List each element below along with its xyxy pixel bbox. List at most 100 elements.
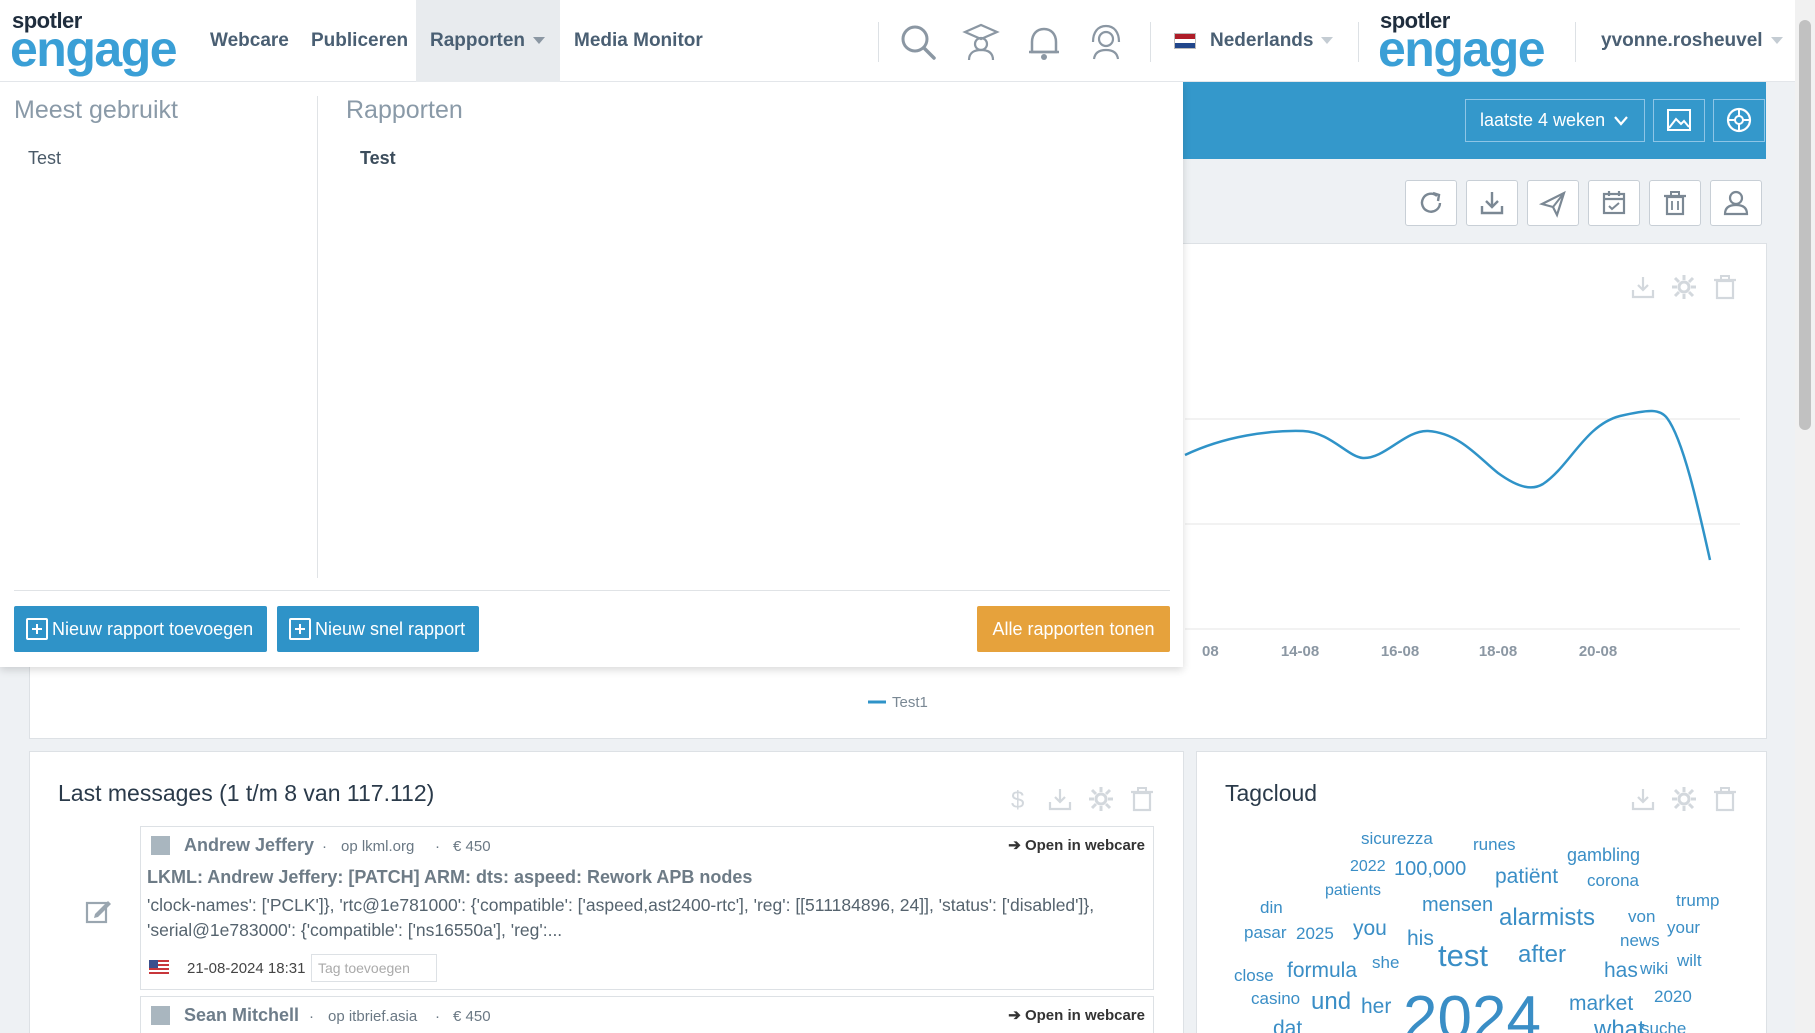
open-in-webcare-link[interactable]: ➔ Open in webcare [1008,836,1145,854]
tag-word[interactable]: wilt [1677,952,1702,969]
refresh-icon [1420,191,1442,213]
tag-word[interactable]: patients [1325,883,1381,899]
tag-word[interactable]: runes [1473,836,1516,853]
arrow-right-icon: ➔ [1008,1007,1025,1024]
settings-wheel-button[interactable] [1713,99,1765,142]
rapporten-dropdown: Meest gebruikt Test Rapporten Test Nieuw… [0,73,1183,667]
tag-word[interactable]: mensen [1422,895,1493,915]
spotler-engage-logo[interactable]: spotler engage [10,8,180,78]
tag-word[interactable]: 2022 [1350,859,1386,875]
series-line-test1 [1184,409,1712,561]
tag-word[interactable]: her [1361,996,1391,1017]
message-source[interactable]: op itbrief.asia [328,1008,417,1025]
open-in-webcare-link[interactable]: ➔ Open in webcare [1008,1006,1145,1024]
tag-word[interactable]: 2025 [1296,925,1334,942]
tag-word[interactable]: has [1604,960,1638,981]
last-messages-panel: Last messages (1 t/m 8 van 117.112) $ An… [29,751,1184,1033]
tag-word[interactable]: she [1372,954,1399,971]
tag-word[interactable]: 100,000 [1394,859,1466,879]
nav-webcare[interactable]: Webcare [210,0,289,82]
tag-word[interactable]: und [1311,990,1351,1014]
dropdown-footer-divider [14,590,1170,591]
tag-word[interactable]: your [1667,919,1700,936]
show-all-reports-button[interactable]: Alle rapporten tonen [977,606,1170,652]
tag-word[interactable]: din [1260,899,1283,916]
nav-publiceren[interactable]: Publiceren [311,0,408,82]
tag-word[interactable]: test [1438,940,1488,971]
tag-word[interactable]: alarmists [1499,906,1595,930]
chart-legend: Test1 [868,694,928,711]
spotler-engage-logo-account: spotler engage [1378,8,1548,78]
dollar-icon[interactable]: $ [1006,786,1032,812]
refresh-button[interactable] [1405,180,1457,226]
tag-word[interactable]: you [1353,918,1387,939]
page-scrollbar[interactable] [1795,0,1815,1033]
report-item-test[interactable]: Test [360,148,396,169]
tag-word[interactable]: close [1234,967,1274,984]
message-date: 21-08-2024 18:31 [187,960,306,977]
tag-word[interactable]: wiki [1640,960,1668,977]
divider [1150,22,1151,62]
nav-media-monitor[interactable]: Media Monitor [574,0,703,82]
support-headset-icon[interactable] [1086,22,1126,62]
tag-word[interactable]: after [1518,943,1566,967]
panel-settings-gear-icon[interactable] [1088,786,1114,812]
delete-button[interactable] [1649,180,1701,226]
tag-word[interactable]: sicurezza [1361,830,1433,847]
tag-word[interactable]: pasar [1244,924,1287,941]
panel-download-icon[interactable] [1047,786,1073,812]
tag-word[interactable]: dat [1273,1018,1302,1033]
period-selector[interactable]: laatste 4 weken [1465,99,1645,142]
bell-icon[interactable] [1024,22,1064,62]
chevron-down-icon [1321,37,1334,45]
netherlands-flag-icon [1174,33,1196,49]
arrow-right-icon: ➔ [1008,837,1025,854]
tag-word[interactable]: casino [1251,990,1300,1007]
user-menu[interactable]: yvonne.rosheuvel [1601,0,1783,82]
add-tag-input[interactable]: Tag toevoegen [311,954,437,982]
send-button[interactable] [1527,180,1579,226]
tag-word[interactable]: market [1569,993,1633,1014]
panel-trash-icon[interactable] [1129,786,1155,812]
message-card[interactable]: Andrew Jeffery · op lkml.org · € 450 ➔ O… [140,826,1154,990]
tag-word[interactable]: news [1620,932,1660,949]
tag-word[interactable]: patiënt [1495,866,1558,887]
chevron-down-icon [1614,116,1628,126]
nav-rapporten[interactable]: Rapporten [416,0,560,82]
message-title[interactable]: LKML: Andrew Jeffery: [PATCH] ARM: dts: … [147,867,752,888]
image-icon [1667,109,1691,131]
tag-word[interactable]: trump [1676,892,1719,909]
schedule-button[interactable] [1588,180,1640,226]
image-export-button[interactable] [1653,99,1705,142]
tag-word[interactable]: 2024 [1403,988,1541,1033]
tag-word[interactable]: von [1628,908,1655,925]
most-used-heading: Meest gebruikt [14,96,178,124]
most-used-item-test[interactable]: Test [28,148,61,169]
message-body: 'clock-names': ['PCLK']}, 'rtc@1e781000'… [147,895,1095,940]
tag-word[interactable]: formula [1287,960,1357,981]
message-card[interactable]: Sean Mitchell · op itbrief.asia · € 450 … [140,996,1154,1033]
scrollbar-thumb[interactable] [1799,20,1811,430]
tag-word[interactable]: gambling [1567,846,1640,864]
tag-word[interactable]: what [1594,1018,1645,1033]
user-share-button[interactable] [1710,180,1762,226]
message-author[interactable]: Andrew Jeffery [184,835,314,856]
trash-icon [1664,191,1686,216]
new-quick-report-button[interactable]: Nieuw snel rapport [277,606,480,652]
academy-graduation-cap-icon[interactable] [961,22,1001,62]
tag-word[interactable]: suche [1641,1020,1686,1033]
new-report-button[interactable]: Nieuw rapport toevoegen [14,606,268,652]
tag-word[interactable]: corona [1587,872,1639,889]
message-source[interactable]: op lkml.org [341,838,414,855]
message-author[interactable]: Sean Mitchell [184,1005,299,1026]
language-selector[interactable]: Nederlands [1210,0,1334,82]
tag-word[interactable]: his [1407,928,1434,949]
edit-note-icon[interactable] [84,897,112,925]
open-in-webcare-label: Open in webcare [1024,837,1145,854]
download-button[interactable] [1466,180,1518,226]
reports-heading: Rapporten [346,96,463,124]
x-tick-label: 08 [1202,643,1219,660]
tag-word[interactable]: 2020 [1654,988,1692,1005]
search-icon[interactable] [898,22,938,62]
x-tick-label: 18-08 [1479,643,1517,660]
